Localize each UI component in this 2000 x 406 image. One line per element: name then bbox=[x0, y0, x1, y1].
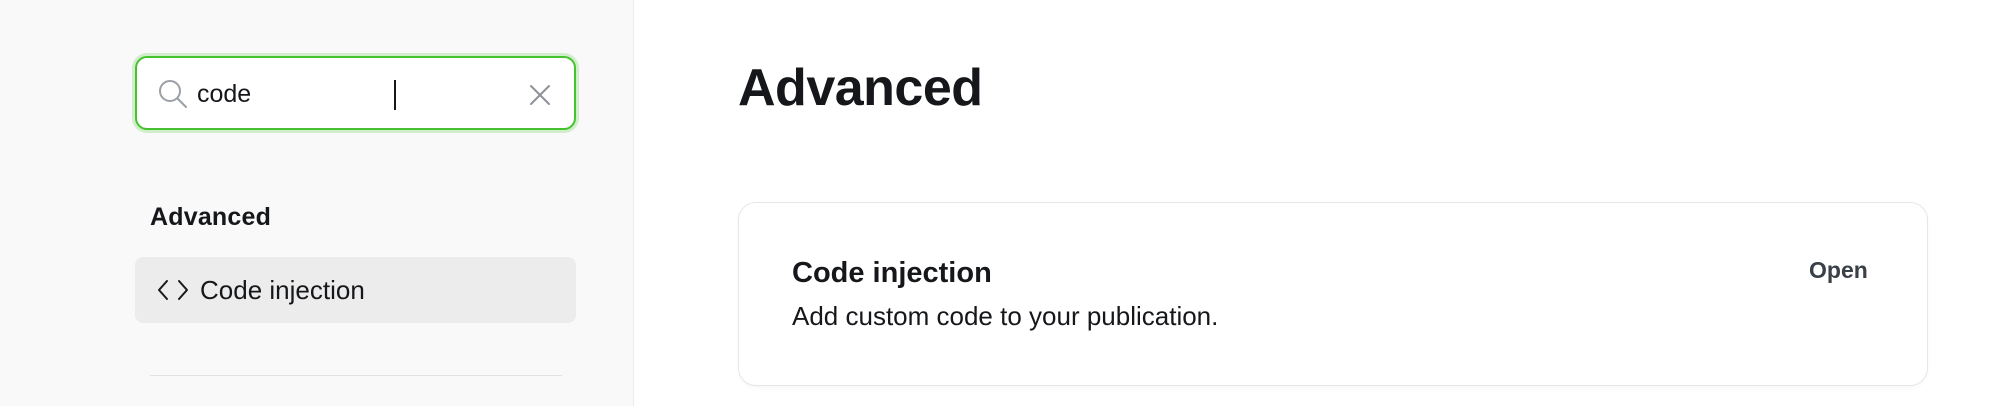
sidebar-item-code-injection[interactable]: Code injection bbox=[135, 257, 576, 323]
code-injection-card: Code injection Add custom code to your p… bbox=[738, 202, 1928, 386]
close-icon[interactable] bbox=[527, 82, 553, 108]
card-description: Add custom code to your publication. bbox=[792, 301, 1219, 331]
settings-app: Advanced Code injection Advanced Code in… bbox=[0, 0, 2000, 406]
search-box[interactable] bbox=[135, 56, 576, 130]
text-caret bbox=[394, 80, 396, 110]
main-content: Advanced Code injection Add custom code … bbox=[634, 0, 2000, 406]
sidebar-divider bbox=[150, 375, 562, 376]
search-input[interactable] bbox=[197, 72, 497, 116]
search-icon bbox=[157, 78, 189, 110]
code-brackets-icon bbox=[157, 277, 189, 303]
card-title: Code injection bbox=[792, 257, 992, 289]
page-title: Advanced bbox=[738, 59, 983, 117]
sidebar-item-label: Code injection bbox=[200, 275, 365, 305]
open-button[interactable]: Open bbox=[1809, 257, 1868, 284]
sidebar-section-heading: Advanced bbox=[150, 203, 272, 231]
sidebar: Advanced Code injection bbox=[0, 0, 634, 406]
